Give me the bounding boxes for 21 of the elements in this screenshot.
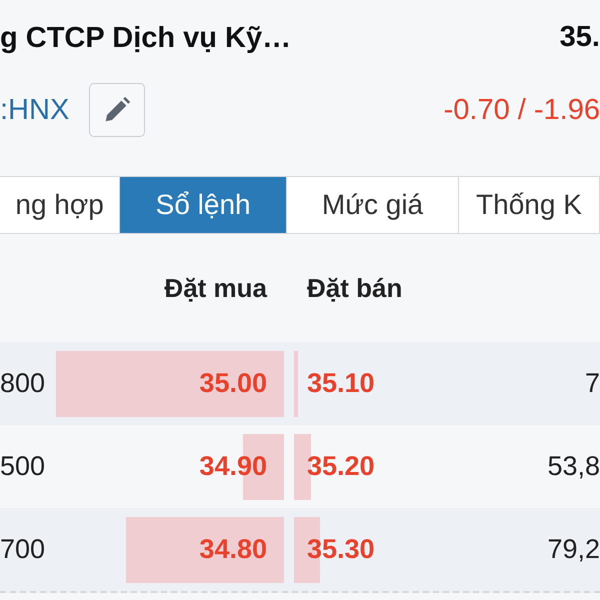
column-header: Đặt mua [164, 272, 267, 304]
exchange-label: :HNX [0, 94, 70, 126]
bid-volume: 800 [0, 368, 46, 399]
bid-price: 35.00 [199, 368, 267, 399]
column-header: Đặt bán [307, 272, 402, 304]
ask-price: 35.10 [307, 368, 375, 399]
ask-volume: 79,2 [547, 534, 600, 565]
price-change: -0.70 / -1.96 [444, 94, 600, 126]
ask-price: 35.30 [307, 534, 375, 565]
ask-volume: 53,8 [547, 451, 600, 482]
stock-price: 35. [560, 20, 600, 54]
tab[interactable]: Sổ lệnh [120, 177, 288, 233]
bid-price: 34.90 [199, 451, 267, 482]
company-name: g CTCP Dịch vụ Kỹ… [0, 22, 292, 54]
bid-price: 34.80 [199, 534, 267, 565]
ask-bar [294, 350, 298, 416]
edit-button[interactable] [89, 83, 146, 137]
ask-price: 35.20 [307, 451, 375, 482]
bid-volume: 500 [0, 451, 46, 482]
ask-volume: 7 [584, 368, 600, 399]
bid-volume: 700 [0, 534, 46, 565]
